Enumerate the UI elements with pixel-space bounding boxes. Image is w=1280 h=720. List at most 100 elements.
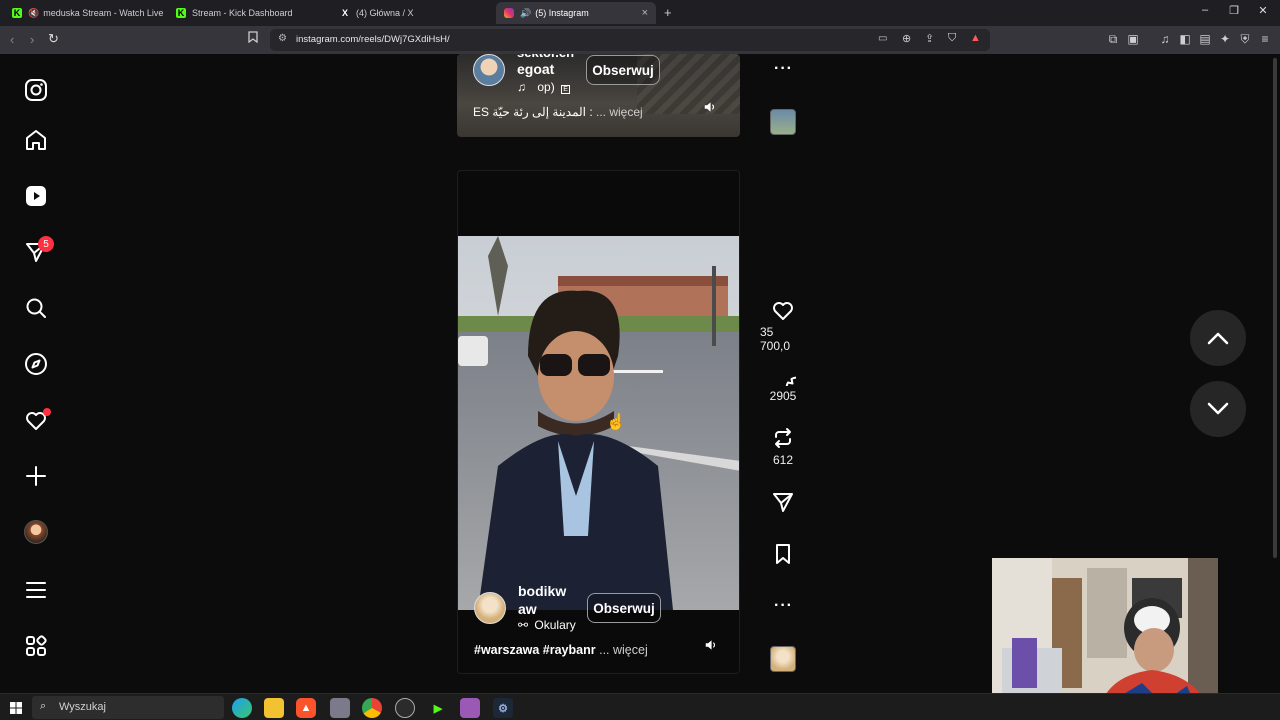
- sidebar-icon[interactable]: ◧: [1178, 32, 1192, 46]
- volume-icon[interactable]: [703, 100, 717, 119]
- explore-icon[interactable]: [22, 350, 50, 378]
- save-action[interactable]: [760, 542, 806, 566]
- reel-username-line2[interactable]: egoat: [517, 60, 554, 78]
- muted-icon: 🔇: [28, 7, 40, 18]
- messages-badge: 5: [38, 236, 54, 252]
- browser-tab-strip: K 🔇 meduska Stream - Watch Live on K Str…: [0, 0, 1280, 26]
- bookmark-icon[interactable]: [770, 542, 796, 566]
- repost-action[interactable]: 612: [760, 426, 806, 467]
- minimize-icon[interactable]: –: [1198, 4, 1212, 16]
- tab-instagram[interactable]: 🔊 (5) Instagram ×: [496, 2, 656, 24]
- taskbar-search[interactable]: ⌕ Wyszukaj: [32, 696, 224, 719]
- tab-label: (4) Główna / X: [356, 8, 414, 18]
- media-icon[interactable]: ♫: [1158, 32, 1172, 46]
- repost-icon[interactable]: [770, 426, 796, 450]
- chevron-up-icon: [1207, 332, 1229, 345]
- search-icon[interactable]: [22, 294, 50, 322]
- reel-video[interactable]: [458, 236, 739, 610]
- notification-dot: [43, 408, 51, 416]
- close-tab-icon[interactable]: ×: [642, 7, 648, 19]
- site-info-icon[interactable]: ⚙: [278, 33, 287, 44]
- comment-icon[interactable]: [770, 362, 796, 386]
- tab-label: meduska Stream - Watch Live on: [43, 8, 164, 18]
- reel-current[interactable]: bodikw aw Obserwuj ⚯ Okulary #warszawa #…: [457, 170, 740, 674]
- reel-previous[interactable]: sektor.eh egoat Obserwuj ♫ op) E ES المد…: [457, 54, 740, 137]
- tab-search-icon[interactable]: ▣: [1126, 32, 1140, 46]
- more-menu-icon[interactable]: [22, 576, 50, 604]
- audio-info[interactable]: ♫ op) E: [517, 80, 571, 94]
- wallet-icon[interactable]: ▤: [1198, 32, 1212, 46]
- reload-icon[interactable]: ↻: [48, 31, 59, 47]
- volume-icon[interactable]: [704, 638, 718, 657]
- chat-app-icon[interactable]: [460, 698, 480, 718]
- product-tag[interactable]: ⚯ Okulary: [518, 618, 576, 632]
- search-icon: ⌕: [40, 700, 47, 712]
- music-note-icon: ♫: [517, 80, 526, 94]
- shields-icon[interactable]: ⛉: [948, 32, 956, 45]
- scrollbar-thumb[interactable]: [1273, 58, 1277, 558]
- cast-icon[interactable]: ▭: [878, 33, 887, 44]
- tab-x[interactable]: X (4) Główna / X: [332, 2, 492, 24]
- app-icon[interactable]: [330, 698, 350, 718]
- more-link[interactable]: ... więcej: [599, 643, 648, 657]
- comment-count: 2905: [769, 389, 797, 403]
- more-options-icon[interactable]: ···: [774, 60, 793, 78]
- tab-meduska-stream[interactable]: K 🔇 meduska Stream - Watch Live on: [4, 2, 164, 24]
- tab-label: (5) Instagram: [535, 8, 589, 18]
- profile-avatar[interactable]: [22, 518, 50, 546]
- avatar[interactable]: [474, 592, 506, 624]
- previous-reel-button[interactable]: [1190, 310, 1246, 366]
- rewards-icon[interactable]: ▲: [970, 32, 981, 44]
- follow-button[interactable]: Obserwuj: [587, 593, 661, 623]
- restore-icon[interactable]: ❐: [1227, 4, 1241, 17]
- reel-caption: #warszawa #raybanr ... więcej: [474, 643, 648, 657]
- new-tab-button[interactable]: +: [664, 5, 672, 20]
- instagram-logo-icon[interactable]: [22, 76, 50, 104]
- bookmark-icon[interactable]: [248, 31, 258, 46]
- streaming-app-icon[interactable]: ▶: [428, 698, 448, 718]
- brave-icon[interactable]: ▲: [296, 698, 316, 718]
- follow-button[interactable]: Obserwuj: [586, 55, 660, 85]
- page-scrollbar[interactable]: [1270, 54, 1280, 693]
- create-icon[interactable]: [22, 462, 50, 490]
- reels-icon[interactable]: [22, 182, 50, 210]
- file-explorer-icon[interactable]: [264, 698, 284, 718]
- heart-icon[interactable]: [770, 298, 796, 322]
- extensions-icon[interactable]: ⧉: [1106, 32, 1120, 47]
- kick-icon: K: [12, 8, 22, 18]
- audio-thumbnail[interactable]: [770, 109, 796, 135]
- more-link[interactable]: ... więcej: [596, 105, 643, 119]
- share-action[interactable]: [760, 490, 806, 514]
- comment-action[interactable]: 2905: [760, 362, 806, 403]
- tab-kick-dashboard[interactable]: K Stream - Kick Dashboard: [168, 2, 328, 24]
- chrome-icon[interactable]: [362, 698, 382, 718]
- steam-icon[interactable]: ⚙: [493, 698, 513, 718]
- share-icon[interactable]: [770, 490, 796, 514]
- leo-ai-icon[interactable]: ✦: [1218, 32, 1232, 46]
- edge-icon[interactable]: [232, 698, 252, 718]
- back-icon[interactable]: ‹: [10, 32, 14, 47]
- menu-icon[interactable]: ≡: [1258, 32, 1272, 46]
- audio-thumbnail[interactable]: [770, 646, 796, 672]
- like-action[interactable]: 35 700,0: [760, 298, 806, 353]
- also-from-meta-icon[interactable]: [22, 632, 50, 660]
- taskbar-search-placeholder: Wyszukaj: [59, 701, 106, 713]
- address-bar[interactable]: ⚙ instagram.com/reels/DWj7GXdiHsH/ ▭ ⊕ ⇪…: [270, 29, 990, 51]
- more-options-icon[interactable]: ···: [774, 597, 793, 615]
- obs-icon[interactable]: [395, 698, 415, 718]
- url-text: instagram.com/reels/DWj7GXdiHsH/: [296, 34, 450, 45]
- home-icon[interactable]: [22, 126, 50, 154]
- forward-icon[interactable]: ›: [30, 32, 34, 47]
- reel-username-line2[interactable]: aw: [518, 600, 537, 618]
- zoom-icon[interactable]: ⊕: [902, 32, 911, 45]
- close-window-icon[interactable]: ✕: [1256, 4, 1270, 17]
- avatar[interactable]: [473, 54, 505, 86]
- share-icon[interactable]: ⇪: [925, 32, 934, 45]
- chevron-down-icon: [1207, 402, 1229, 415]
- reel-username-line1[interactable]: bodikw: [518, 582, 566, 600]
- reel-caption: ES المدينة إلى رئة حيّة : ... więcej: [473, 105, 643, 119]
- next-reel-button[interactable]: [1190, 381, 1246, 437]
- windows-start-icon[interactable]: [10, 701, 22, 719]
- repost-count: 612: [772, 453, 794, 467]
- vpn-icon[interactable]: ⛨: [1238, 32, 1252, 47]
